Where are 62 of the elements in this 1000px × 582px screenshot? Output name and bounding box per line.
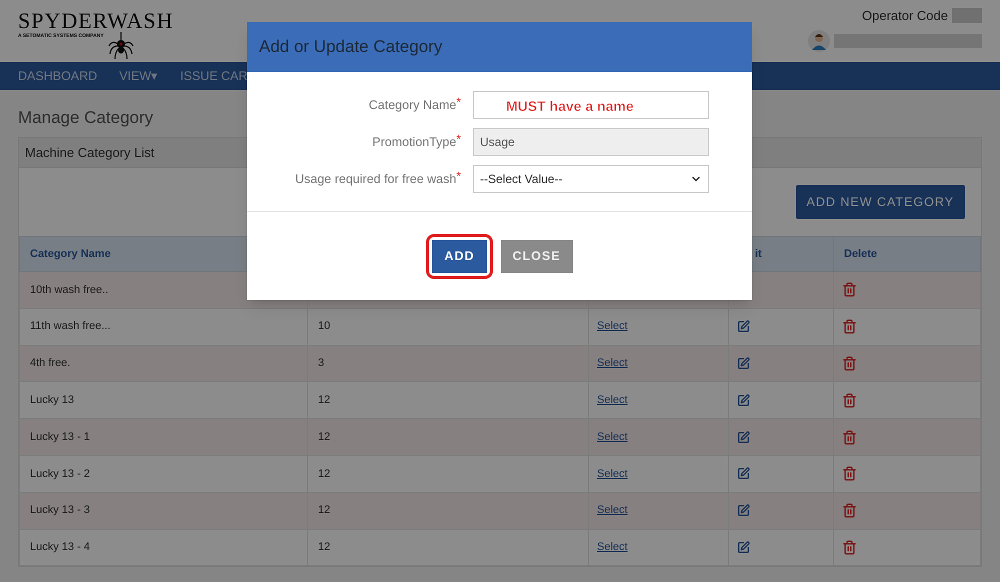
input-field[interactable]: MUST have a name (473, 90, 709, 118)
select-link[interactable]: Select (597, 357, 628, 370)
table-cell: 4th free. (30, 357, 70, 370)
table-cell: 12 (318, 504, 330, 516)
table-cell: 11th wash free... (30, 320, 111, 332)
select-dropdown[interactable]: --Select Value-- (473, 164, 709, 192)
delete-icon[interactable] (842, 392, 857, 408)
delete-icon[interactable] (842, 540, 857, 555)
delete-icon[interactable] (842, 319, 857, 334)
edit-icon[interactable] (737, 504, 750, 518)
table-cell: 10th wash free.. (30, 284, 108, 296)
field-label: Category Name (368, 98, 456, 112)
table-cell: Lucky 13 - 2 (30, 468, 90, 480)
column-header: it (755, 248, 762, 260)
edit-icon[interactable] (737, 467, 750, 480)
select-link[interactable]: Select (597, 468, 628, 480)
table-cell: Lucky 13 - 3 (30, 504, 90, 516)
column-header: Delete (834, 236, 980, 272)
edit-icon[interactable] (737, 356, 750, 370)
delete-icon[interactable] (842, 466, 857, 482)
edit-icon[interactable] (737, 320, 750, 334)
modal-title: Add or Update Category (259, 36, 442, 58)
delete-icon[interactable] (842, 282, 857, 298)
add-new-category-button[interactable]: ADD NEW CATEGORY (796, 185, 965, 219)
delete-icon[interactable] (842, 356, 857, 371)
redacted-block (952, 8, 982, 24)
select-link[interactable]: Select (597, 541, 628, 554)
nav-link[interactable]: VIEW▾ (119, 66, 158, 86)
delete-icon[interactable] (842, 430, 857, 445)
required-mark: * (456, 132, 461, 146)
edit-icon[interactable] (737, 430, 750, 444)
field-label: PromotionType (372, 134, 456, 148)
annotation-text: MUST have a name (506, 96, 634, 116)
delete-icon[interactable] (842, 503, 857, 518)
select-link[interactable]: Select (597, 394, 628, 406)
user-avatar-icon (808, 30, 830, 52)
spider-icon (106, 32, 136, 60)
table-cell: 12 (318, 394, 330, 406)
table-cell: Lucky 13 - 4 (30, 541, 90, 554)
page-title: Manage Category (18, 108, 154, 128)
logo-text: SPYDERWASH (18, 10, 174, 32)
table-cell: 3 (318, 357, 324, 370)
table-cell: 12 (318, 430, 330, 443)
dialog-button[interactable]: ADD (432, 240, 487, 272)
field-label: Usage required for free wash (295, 172, 456, 186)
select-link[interactable]: Select (597, 430, 628, 443)
edit-icon[interactable] (737, 394, 750, 407)
nav-link[interactable]: DASHBOARD (18, 66, 98, 86)
table-cell: 10 (318, 320, 330, 332)
table-cell: 12 (318, 541, 330, 554)
table-cell: 12 (318, 468, 330, 480)
required-mark: * (456, 168, 461, 182)
required-mark: * (456, 94, 461, 108)
panel-title: Machine Category List (25, 144, 154, 162)
dialog-button[interactable]: CLOSE (500, 240, 573, 272)
nav-link[interactable]: ISSUE CAR (180, 66, 248, 86)
table-cell: Lucky 13 (30, 394, 74, 406)
select-link[interactable]: Select (597, 320, 628, 332)
select-link[interactable]: Select (597, 504, 628, 516)
table-cell: Lucky 13 - 1 (30, 430, 90, 443)
operator-code-label: Operator Code (862, 7, 948, 25)
edit-icon[interactable] (737, 540, 750, 554)
